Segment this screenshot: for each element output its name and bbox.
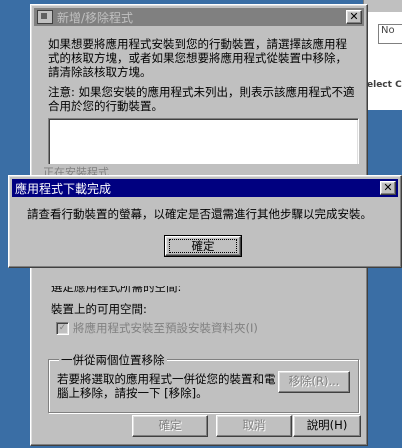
remove-button[interactable]: 移除(R)... [278,371,350,393]
desktop-area [363,110,402,448]
dialog-titlebar[interactable]: 應用程式下載完成 ✕ [12,179,398,197]
focus-rect [169,239,237,253]
main-title: 新增/移除程式 [57,10,134,25]
dialog-title: 應用程式下載完成 [15,181,112,196]
background-label: elect C [367,80,402,90]
dialog-ok-button[interactable]: 確定 [164,235,242,257]
intro-text: 如果想要將應用程式安裝到您的行動裝置，請選擇該應用程式的核取方塊，或者如果您想要… [48,37,347,79]
download-complete-dialog: 應用程式下載完成 ✕ 請查看行動裝置的螢幕，以確定是否還需進行其他步驟以完成安裝… [8,175,402,268]
dialog-close-button[interactable]: ✕ [380,181,396,195]
help-button[interactable]: 說明(H) [293,415,361,437]
note-text: 注意: 如果您安裝的應用程式未列出，則表示該應用程式不適合用於您的行動裝置。 [48,85,355,113]
programs-list[interactable] [48,118,359,166]
default-install-label: 將應用程式安裝至預設安裝資料夾(I) [73,321,258,335]
default-install-option[interactable]: ✓ 將應用程式安裝至預設安裝資料夾(I) [56,320,258,336]
app-icon [37,10,53,24]
dialog-message: 請查看行動裝置的螢幕，以確定是否還需進行其他步驟以完成安裝。 [27,207,372,221]
checkbox[interactable]: ✓ [56,321,69,335]
space-available-label: 裝置上的可用空間: [51,302,147,316]
background-panel: elect C [363,60,402,110]
cancel-button[interactable]: 取消 [216,415,292,437]
ok-button[interactable]: 確定 [132,415,208,437]
background-window: No [363,0,402,60]
background-field: No [378,24,402,44]
space-needed-label: 選定應用程式所需的空間: [51,286,182,294]
main-titlebar[interactable]: 新增/移除程式 ✕ [34,8,364,26]
group-text: 若要將選取的應用程式一併從您的裝置和電腦上移除，請按一下 [移除]。 [57,372,276,400]
group-legend: 一併從兩個位置移除 [59,352,167,368]
background-toolbar [364,0,402,12]
main-close-button[interactable]: ✕ [346,10,362,24]
